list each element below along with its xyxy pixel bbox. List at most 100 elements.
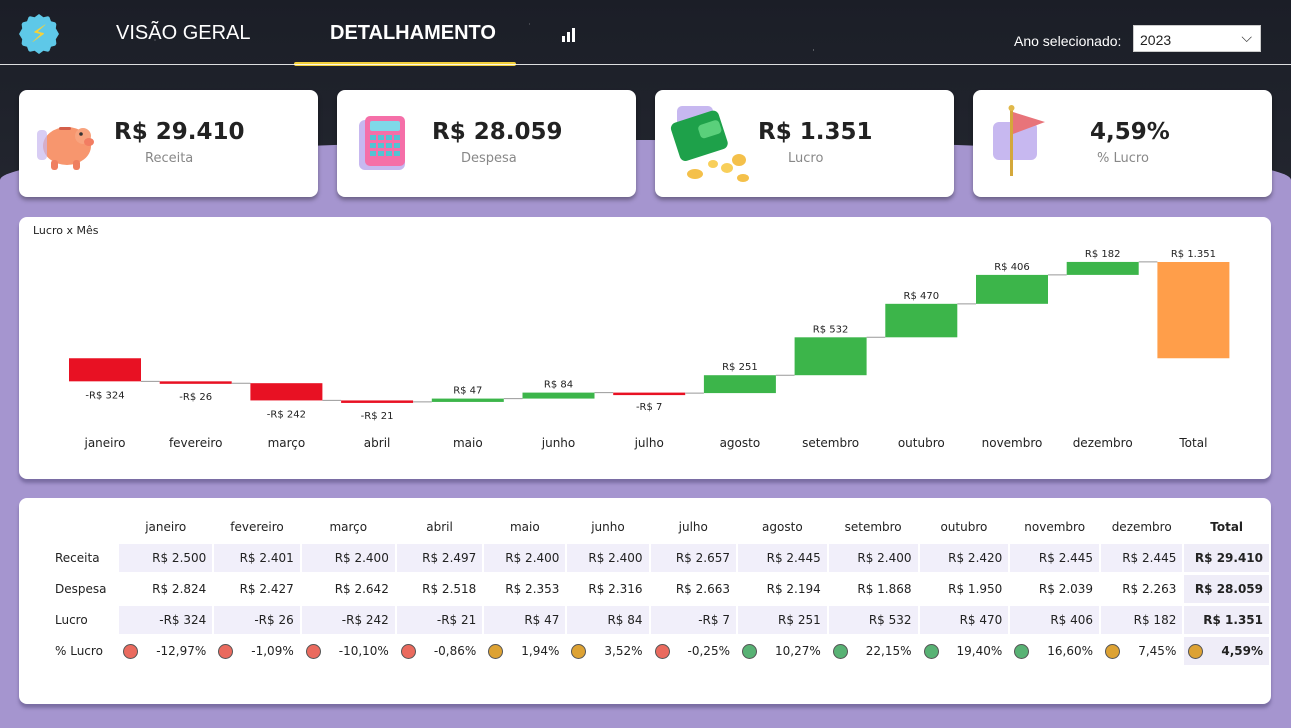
data-label: -R$ 21 xyxy=(361,411,394,422)
table-header-month[interactable]: novembro xyxy=(1010,513,1099,541)
table-cell: R$ 1.868 xyxy=(857,582,912,596)
table-cell: R$ 2.663 xyxy=(675,582,730,596)
table-cell: R$ 2.445 xyxy=(737,544,827,572)
monthly-table-panel: janeiro fevereiro março abril maio junho julho… xyxy=(19,498,1271,704)
waterfall-bar[interactable] xyxy=(976,274,1048,304)
status-dot-icon xyxy=(923,643,939,659)
table-header-month[interactable]: outubro xyxy=(920,513,1009,541)
table-row-label: Receita xyxy=(55,551,100,565)
table-row-label: Despesa xyxy=(55,582,107,596)
table-header-month[interactable]: maio xyxy=(484,513,565,541)
pct-value: 4,59% xyxy=(1221,644,1263,658)
table-cell: R$ 29.410 xyxy=(1184,544,1269,572)
waterfall-bar[interactable] xyxy=(159,381,232,384)
waterfall-bar[interactable] xyxy=(885,303,958,338)
table-cell-pct: 16,60% xyxy=(1010,637,1099,665)
bar-chart-icon[interactable] xyxy=(562,26,578,42)
monthly-matrix-table: janeiro fevereiro março abril maio junho julho… xyxy=(47,510,1271,668)
x-tick-label: junho xyxy=(541,436,576,450)
status-dot-icon xyxy=(654,643,670,659)
table-cell: R$ 182 xyxy=(1101,606,1183,634)
data-label: -R$ 7 xyxy=(636,402,662,413)
data-label: -R$ 26 xyxy=(179,392,212,403)
data-label: R$ 47 xyxy=(453,386,482,397)
tab-visao-geral[interactable]: VISÃO GERAL xyxy=(116,22,251,45)
year-dropdown-value: 2023 xyxy=(1140,32,1172,48)
table-header-month[interactable]: março xyxy=(302,513,395,541)
table-header-month[interactable]: dezembro xyxy=(1101,513,1182,541)
table-header-month[interactable]: junho xyxy=(567,513,648,541)
waterfall-bar[interactable] xyxy=(613,392,686,396)
table-cell: R$ 2.400 xyxy=(301,544,395,572)
pct-value: -0,86% xyxy=(433,644,477,658)
table-cell: R$ 2.400 xyxy=(484,544,566,572)
table-cell: R$ 2.657 xyxy=(650,544,736,572)
table-header-month[interactable]: janeiro xyxy=(119,513,212,541)
pct-value: -1,09% xyxy=(251,644,294,658)
table-cell: R$ 2.427 xyxy=(239,582,294,596)
kpi-card-despesa: R$ 28.059 Despesa xyxy=(337,90,636,197)
table-cell: R$ 2.500 xyxy=(119,544,213,572)
x-tick-label: março xyxy=(268,436,306,450)
table-cell: R$ 84 xyxy=(567,606,649,634)
pct-value: 1,94% xyxy=(521,644,560,658)
waterfall-bar[interactable] xyxy=(1066,261,1139,275)
kpi-value-receita: R$ 29.410 xyxy=(114,119,245,145)
data-label: R$ 532 xyxy=(813,324,849,335)
pct-value: -12,97% xyxy=(156,644,207,658)
table-cell: R$ 2.642 xyxy=(334,582,389,596)
table-cell: R$ 2.420 xyxy=(919,544,1009,572)
table-header-month[interactable]: fevereiro xyxy=(214,513,299,541)
table-cell: R$ 532 xyxy=(828,606,918,634)
table-row: Receita R$ 2.500 R$ 2.401 R$ 2.400 R$ 2.497 R… xyxy=(49,544,1269,572)
x-tick-label: outubro xyxy=(898,436,945,450)
year-dropdown[interactable]: 2023 ⌵ xyxy=(1133,25,1261,52)
waterfall-bar[interactable] xyxy=(1157,262,1230,359)
pct-value: 22,15% xyxy=(865,644,912,658)
x-tick-label: novembro xyxy=(982,436,1043,450)
pct-value: 10,27% xyxy=(774,644,821,658)
table-cell-pct: 7,45% xyxy=(1101,637,1182,665)
chevron-down-icon: ⌵ xyxy=(1241,29,1252,45)
kpi-card-lucro: R$ 1.351 Lucro xyxy=(655,90,954,197)
waterfall-bar[interactable] xyxy=(794,337,867,376)
status-dot-icon xyxy=(1188,643,1204,659)
waterfall-bar[interactable] xyxy=(69,358,141,382)
table-cell-pct: 1,94% xyxy=(484,637,565,665)
table-cell: R$ 47 xyxy=(484,606,566,634)
lightning-logo-icon[interactable]: ⚡ xyxy=(19,14,59,54)
waterfall-bar[interactable] xyxy=(522,392,595,399)
waterfall-bar[interactable] xyxy=(431,398,504,402)
table-cell: R$ 1.351 xyxy=(1184,606,1269,634)
waterfall-bar[interactable] xyxy=(250,383,323,401)
table-cell: R$ 2.400 xyxy=(828,544,918,572)
table-row-label: Lucro xyxy=(55,613,88,627)
table-header-month[interactable]: julho xyxy=(651,513,736,541)
table-header-total[interactable]: Total xyxy=(1184,513,1269,541)
status-dot-icon xyxy=(218,643,234,659)
table-row-label: % Lucro xyxy=(55,644,103,658)
table-cell: R$ 1.950 xyxy=(948,582,1003,596)
table-header-month[interactable]: agosto xyxy=(738,513,827,541)
table-cell: -R$ 7 xyxy=(650,606,736,634)
table-cell-pct: -0,25% xyxy=(651,637,736,665)
status-dot-icon xyxy=(305,643,321,659)
waterfall-bar[interactable] xyxy=(341,400,414,403)
data-label: -R$ 324 xyxy=(85,390,124,401)
pct-value: 19,40% xyxy=(956,644,1003,658)
x-tick-label: agosto xyxy=(720,436,761,450)
table-cell: -R$ 21 xyxy=(396,606,483,634)
kpi-card-pct-lucro: 4,59% % Lucro xyxy=(973,90,1272,197)
data-label: R$ 182 xyxy=(1085,249,1121,260)
waterfall-bar[interactable] xyxy=(703,375,776,394)
table-row-pct-lucro: % Lucro -12,97% -1,09% -10,10% -0,86% 1,94% 3,… xyxy=(49,637,1269,665)
tab-detalhamento[interactable]: DETALHAMENTO xyxy=(330,22,496,45)
table-cell-pct: -0,86% xyxy=(397,637,482,665)
table-header-month[interactable]: setembro xyxy=(829,513,918,541)
table-cell-pct: 3,52% xyxy=(567,637,648,665)
pct-value: 7,45% xyxy=(1138,644,1177,658)
table-header-month[interactable]: abril xyxy=(397,513,482,541)
calculator-icon xyxy=(359,116,405,170)
table-cell: R$ 2.353 xyxy=(505,582,560,596)
table-cell: -R$ 324 xyxy=(119,606,213,634)
